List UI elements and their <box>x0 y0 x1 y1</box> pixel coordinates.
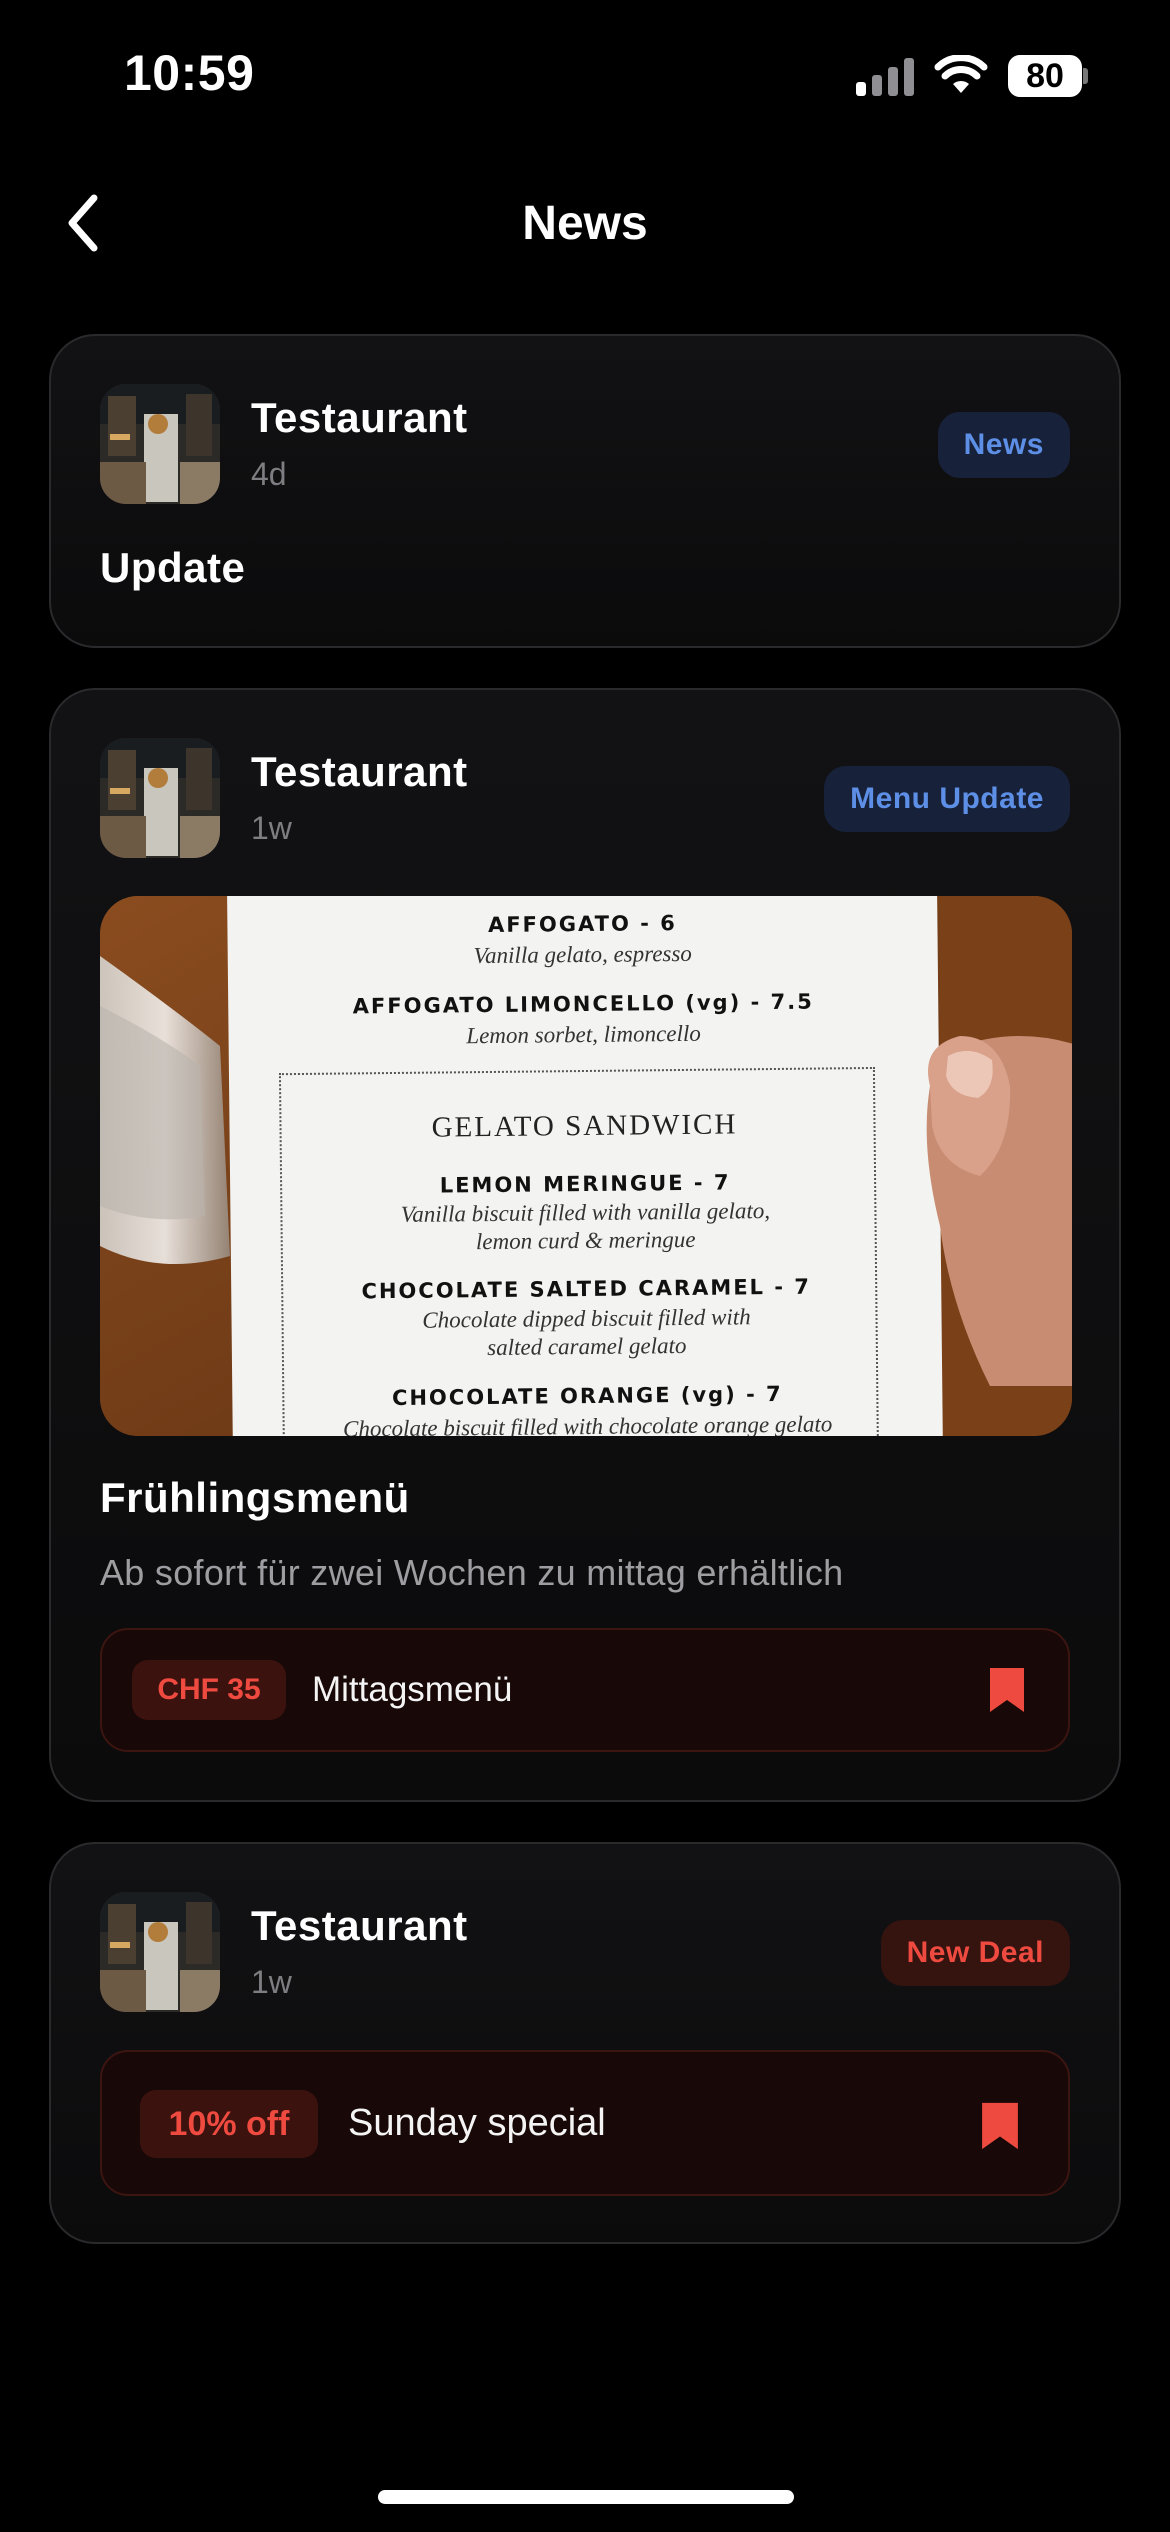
card-header: Testaurant 4d News <box>100 384 1070 504</box>
news-card[interactable]: Testaurant 4d News Update <box>49 334 1121 648</box>
status-time: 10:59 <box>124 45 255 101</box>
post-time: 1w <box>251 810 292 846</box>
menu-item-desc: Vanilla gelato, espresso <box>473 940 692 969</box>
source-name: Testaurant <box>251 748 468 795</box>
source-name: Testaurant <box>251 394 468 441</box>
card-header: Testaurant 1w Menu Update <box>100 738 1070 858</box>
wifi-icon <box>934 55 988 93</box>
offer-label: Sunday special <box>348 2102 606 2144</box>
post-time: 4d <box>251 456 287 492</box>
offer-label: Mittagsmenü <box>312 1670 513 1709</box>
signal-icon <box>856 58 914 96</box>
card-header: Testaurant 1w New Deal <box>100 1892 1070 2012</box>
bookmark-icon[interactable] <box>980 2100 1020 2152</box>
home-indicator[interactable] <box>378 2490 794 2504</box>
menu-item-name: AFFOGATO - 6 <box>487 911 677 938</box>
menu-photo[interactable]: AFFOGATO - 6 Vanilla gelato, espresso AF… <box>100 896 1072 1436</box>
category-badge: Menu Update <box>824 766 1070 832</box>
source-name: Testaurant <box>251 1902 468 1949</box>
status-bar: 10:59 80 <box>0 0 1170 150</box>
avatar[interactable] <box>100 384 220 504</box>
menu-item-name: AFFOGATO LIMONCELLO (vg) - 7.5 <box>352 989 814 1019</box>
category-badge: News <box>937 412 1070 478</box>
post-description: Ab sofort für zwei Wochen zu mittag erhä… <box>100 1552 844 1593</box>
avatar[interactable] <box>100 1892 220 2012</box>
menu-item-desc: Lemon sorbet, limoncello <box>466 1020 701 1049</box>
post-time: 1w <box>251 1964 292 2000</box>
hand-image <box>926 1036 1072 1386</box>
menu-update-card[interactable]: Testaurant 1w Menu Update AFFOGATO - 6 V… <box>49 688 1121 1802</box>
menu-card: AFFOGATO - 6 Vanilla gelato, espresso AF… <box>227 896 943 1436</box>
avatar[interactable] <box>100 738 220 858</box>
deal-card[interactable]: Testaurant 1w New Deal 10% off Sunday sp… <box>49 1842 1121 2244</box>
battery-icon: 80 <box>1008 55 1088 97</box>
offer-row[interactable]: CHF 35 Mittagsmenü <box>100 1628 1070 1752</box>
price-chip: CHF 35 <box>132 1660 286 1720</box>
page-title: News <box>522 197 648 250</box>
price-chip: 10% off <box>140 2090 318 2158</box>
post-title: Frühlingsmenü <box>100 1474 410 1521</box>
bookmark-icon[interactable] <box>988 1666 1026 1714</box>
offer-row[interactable]: 10% off Sunday special <box>100 2050 1070 2196</box>
battery-level: 80 <box>1008 55 1082 97</box>
post-title: Update <box>100 544 246 591</box>
category-badge: New Deal <box>880 1920 1070 1986</box>
